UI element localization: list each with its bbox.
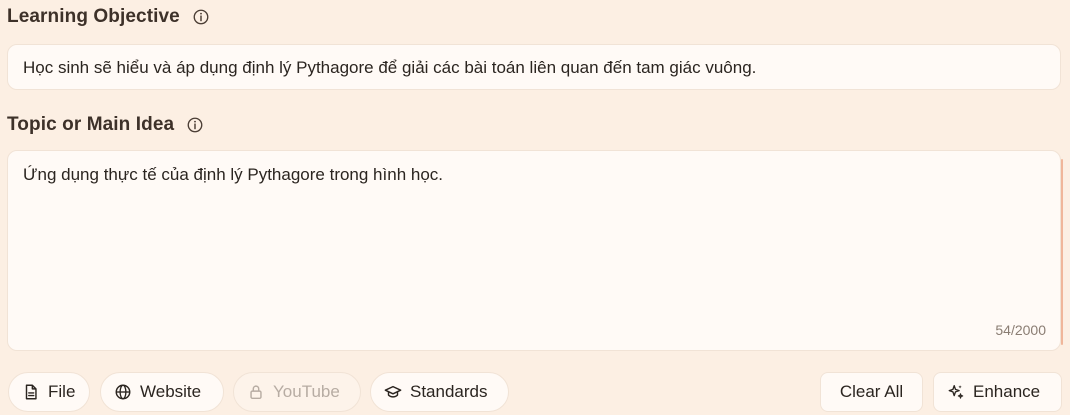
- enhance-button[interactable]: Enhance: [933, 372, 1062, 412]
- topic-value: Ứng dụng thực tế của định lý Pythagore t…: [23, 165, 444, 184]
- youtube-button[interactable]: YouTube: [233, 372, 361, 412]
- file-icon: [25, 384, 37, 400]
- website-button-label: Website: [140, 382, 202, 401]
- youtube-button-label: YouTube: [273, 382, 340, 401]
- focus-indicator: [1061, 159, 1063, 345]
- file-button-label: File: [48, 382, 76, 401]
- globe-icon: [115, 384, 131, 400]
- learning-objective-field[interactable]: Học sinh sẽ hiểu và áp dụng định lý Pyth…: [7, 44, 1061, 90]
- learning-objective-label: Learning Objective: [7, 6, 180, 27]
- standards-button-label: Standards: [410, 382, 488, 401]
- clear-all-button[interactable]: Clear All: [820, 372, 923, 412]
- info-icon[interactable]: [186, 116, 204, 134]
- graduation-cap-icon: [384, 385, 402, 398]
- learning-objective-label-row: Learning Objective: [7, 6, 210, 28]
- enhance-button-label: Enhance: [973, 382, 1041, 401]
- topic-label: Topic or Main Idea: [7, 114, 175, 135]
- toolbar: File Website YouTube Standards Clear All: [0, 372, 1070, 414]
- learning-objective-value: Học sinh sẽ hiểu và áp dụng định lý Pyth…: [23, 58, 757, 77]
- info-icon[interactable]: [192, 8, 210, 26]
- topic-label-row: Topic or Main Idea: [7, 114, 204, 136]
- sparkles-icon: [948, 385, 964, 399]
- lock-icon: [250, 385, 262, 400]
- character-counter: 54/2000: [995, 322, 1046, 338]
- website-button[interactable]: Website: [100, 372, 224, 412]
- clear-all-button-label: Clear All: [839, 382, 904, 401]
- file-button[interactable]: File: [8, 372, 90, 412]
- standards-button[interactable]: Standards: [370, 372, 509, 412]
- topic-textarea[interactable]: Ứng dụng thực tế của định lý Pythagore t…: [7, 150, 1063, 351]
